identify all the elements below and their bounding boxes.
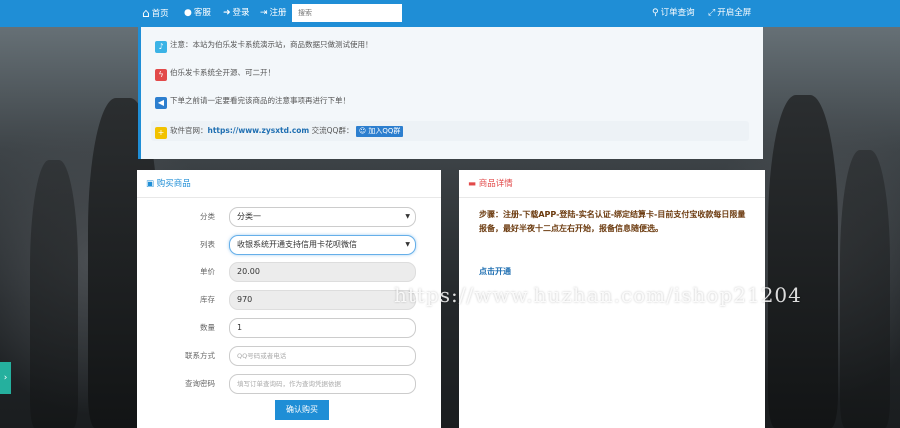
headset-icon: ● <box>184 8 192 18</box>
quantity-input[interactable]: 1 <box>229 318 416 338</box>
plus-icon: + <box>155 127 167 139</box>
caret-down-icon: ▼ <box>405 241 410 248</box>
search-icon: ⚲ <box>652 8 659 18</box>
field-label: 库存 <box>200 295 215 304</box>
nav-fullscreen[interactable]: ⤢ 开启全屏 <box>708 0 751 27</box>
nav-order-query[interactable]: ⚲ 订单查询 <box>652 0 695 27</box>
notice-item: ◀ 下单之前请一定要看完该商品的注意事项再进行下单！ <box>155 94 350 109</box>
product-select[interactable]: 收银系统开通支持信用卡花呗微信 ▼ <box>229 235 416 255</box>
stock-field: 970 <box>229 290 416 310</box>
side-toggle-button[interactable]: › <box>0 362 11 394</box>
site-label: 软件官网： <box>170 126 208 135</box>
caret-down-icon: ▼ <box>405 213 410 220</box>
field-label: 列表 <box>200 240 215 249</box>
bell-icon: ♪ <box>155 41 167 53</box>
field-label: 联系方式 <box>185 351 215 360</box>
background-figure <box>30 160 78 428</box>
notice-panel: ♪ 注意：本站为伯乐发卡系统演示站，商品数据只做测试使用！ ϟ 伯乐发卡系统全开源、… <box>138 27 763 159</box>
watermark-text: https://www.huzhan.com/ishop21204 <box>394 283 802 307</box>
product-steps-text: 步骤：注册-下载APP-登陆-实名认证-绑定结算卡-目前支付宝收款每日限量报备，… <box>479 210 746 233</box>
field-label: 数量 <box>200 323 215 332</box>
site-url-link[interactable]: https://www.zysxtd.com <box>208 126 310 135</box>
background-figure <box>840 150 890 428</box>
notice-item: ϟ 伯乐发卡系统全开源、可二开！ <box>155 66 275 81</box>
nav-home[interactable]: ⌂ 首页 <box>142 0 169 27</box>
register-icon: ⇥ <box>260 8 268 18</box>
nav-service[interactable]: ● 客服 <box>184 0 211 27</box>
lightning-icon: ϟ <box>155 69 167 81</box>
background-figure <box>768 95 838 428</box>
detail-panel-header: ▬ 商品详情 <box>459 170 765 198</box>
confirm-purchase-button[interactable]: 确认购买 <box>275 400 329 420</box>
login-icon: ➜ <box>223 8 231 18</box>
buy-panel-header: ▣ 购买商品 <box>137 170 441 198</box>
notice-item: ♪ 注意：本站为伯乐发卡系统演示站，商品数据只做测试使用！ <box>155 38 373 53</box>
home-icon: ⌂ <box>142 6 150 20</box>
card-icon: ▬ <box>468 179 477 189</box>
megaphone-icon: ◀ <box>155 97 167 109</box>
chevron-right-icon: › <box>3 373 8 383</box>
field-label: 单价 <box>200 267 215 276</box>
site-info-row: + 软件官网：https://www.zysxtd.com 交流QQ群： ☺ 加入… <box>151 121 749 141</box>
field-label: 分类 <box>200 212 215 221</box>
site-info-content: + 软件官网：https://www.zysxtd.com 交流QQ群： ☺ 加入… <box>155 124 404 139</box>
top-navbar: ⌂首页 ●客服 ➜登录 ⇥注册 ⚲订单查询 ⤢开启全屏 <box>0 0 900 27</box>
field-label: 查询密码 <box>185 379 215 388</box>
qq-icon: ☺ <box>358 127 367 135</box>
activate-link[interactable]: 点击开通 <box>479 266 511 277</box>
category-select[interactable]: 分类一 ▼ <box>229 207 416 227</box>
nav-login[interactable]: ➜ 登录 <box>223 0 250 27</box>
nav-register[interactable]: ⇥ 注册 <box>260 0 287 27</box>
cart-icon: ▣ <box>146 179 155 189</box>
qq-label: 交流QQ群： <box>311 126 354 135</box>
fullscreen-icon: ⤢ <box>708 8 716 18</box>
contact-input[interactable]: QQ号码或者电话 <box>229 346 416 366</box>
search-input[interactable] <box>292 4 402 22</box>
join-qq-group-button[interactable]: ☺ 加入QQ群 <box>355 126 404 137</box>
price-field: 20.00 <box>229 262 416 282</box>
query-password-input[interactable]: 填写订单查询码，作为查询凭据依据 <box>229 374 416 394</box>
